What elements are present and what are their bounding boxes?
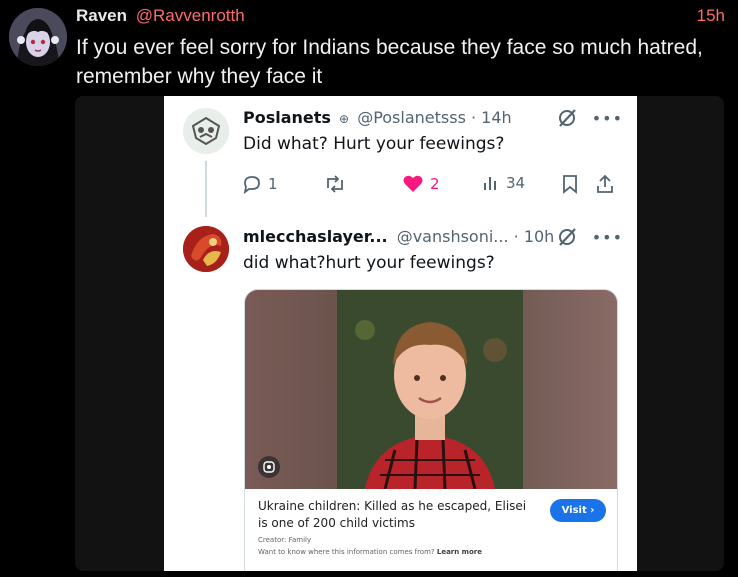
tweet1-handle: @Poslanetsss · 14h xyxy=(357,108,512,127)
author-handle[interactable]: @Ravvenrotth xyxy=(136,6,245,25)
card-creator: Creator: Family xyxy=(258,536,312,544)
affiliate-badge-icon: ⊕ xyxy=(339,112,350,126)
google-lens-icon xyxy=(258,456,280,478)
tweet1-actions: 1 2 34 xyxy=(242,174,622,196)
share-icon xyxy=(597,174,613,193)
post-header: Raven @Ravvenrotth xyxy=(76,6,245,26)
tweet1-tools: ••• xyxy=(556,107,623,129)
heart-icon xyxy=(403,175,423,192)
views-action: 34 xyxy=(482,174,525,192)
card-info-text: Want to know where this information come… xyxy=(258,548,435,556)
views-count: 34 xyxy=(506,174,526,192)
tweet2-handle: @vanshsoni... · 10h xyxy=(396,227,555,246)
tweet2-name: mlecchaslayer... xyxy=(243,227,388,246)
grok-icon xyxy=(558,228,576,246)
post-media[interactable]: Poslanets ⊕ @Poslanetsss · 14h ••• Did w… xyxy=(75,96,724,571)
card-photo xyxy=(245,290,617,489)
more-icon: ••• xyxy=(591,108,623,128)
repost-icon xyxy=(327,175,343,193)
bookmark-action xyxy=(562,174,578,194)
card-info-line: Want to know where this information come… xyxy=(258,548,482,556)
like-action: 2 xyxy=(402,174,440,194)
tweet1-name: Poslanets xyxy=(243,108,331,127)
reply-count: 1 xyxy=(268,175,278,193)
thread-line xyxy=(205,161,207,217)
link-card: Ukraine children: Killed as he escaped, … xyxy=(244,289,618,571)
learn-more-link: Learn more xyxy=(436,548,482,556)
author-name[interactable]: Raven xyxy=(76,6,127,25)
views-icon xyxy=(484,177,496,190)
post-time[interactable]: 15h xyxy=(697,6,725,26)
tweet2-text: did what?hurt your feewings? xyxy=(243,253,495,273)
card-caption: Ukraine children: Killed as he escaped, … xyxy=(258,499,527,530)
visit-button: Visit › xyxy=(550,499,606,522)
embedded-screenshot: Poslanets ⊕ @Poslanetsss · 14h ••• Did w… xyxy=(164,96,637,571)
poslanets-avatar xyxy=(183,108,229,154)
tweet2-tools: ••• xyxy=(556,226,623,248)
more-icon: ••• xyxy=(591,227,623,247)
repost-action xyxy=(324,174,346,194)
tweet1-header: Poslanets ⊕ @Poslanetsss · 14h xyxy=(243,108,512,127)
grok-icon xyxy=(558,109,576,127)
reply-icon xyxy=(243,176,260,194)
post-text: If you ever feel sorry for Indians becau… xyxy=(76,36,703,88)
like-count: 2 xyxy=(430,175,440,193)
tweet2-header: mlecchaslayer... @vanshsoni... · 10h xyxy=(243,227,554,246)
bookmark-icon xyxy=(563,175,577,194)
reply-action: 1 xyxy=(242,174,278,194)
author-avatar[interactable] xyxy=(9,8,67,66)
tweet1-text: Did what? Hurt your feewings? xyxy=(243,134,505,154)
share-action xyxy=(596,174,614,194)
post: Raven @Ravvenrotth 15h If you ever feel … xyxy=(0,0,738,577)
mlecchaslayer-avatar xyxy=(183,226,229,272)
